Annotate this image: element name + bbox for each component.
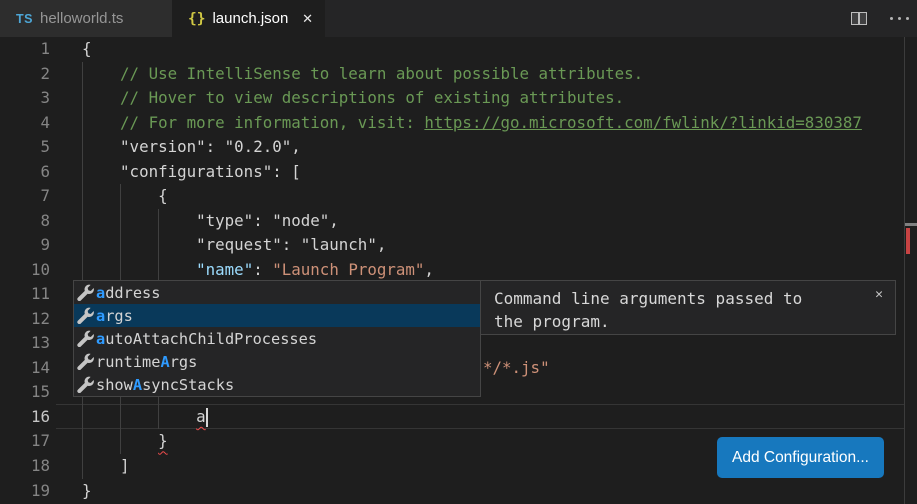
- line-number: 4: [0, 111, 50, 136]
- split-editor-icon[interactable]: [851, 12, 867, 25]
- line-number: 3: [0, 86, 50, 111]
- tab-label: helloworld.ts: [40, 10, 123, 27]
- code-token: "name": [196, 260, 253, 279]
- line-number: 19: [0, 479, 50, 504]
- text-cursor: [206, 408, 208, 427]
- suggest-item-label: autoAttachChildProcesses: [96, 330, 317, 348]
- tab-helloworld-ts[interactable]: TS helloworld.ts: [0, 0, 172, 37]
- overview-ruler-error-marker: [906, 228, 910, 254]
- line-number: 6: [0, 160, 50, 185]
- code-line-6: "configurations": [: [82, 160, 301, 185]
- code-token: [82, 260, 196, 279]
- line-number: 5: [0, 135, 50, 160]
- wrench-property-icon: [77, 376, 94, 393]
- code-line-19: }: [82, 479, 92, 504]
- tab-label: launch.json: [212, 10, 288, 27]
- code-token: "request": "launch",: [82, 235, 386, 254]
- close-icon[interactable]: ✕: [294, 11, 313, 27]
- code-token: [82, 407, 196, 426]
- code-token: "version": "0.2.0",: [82, 137, 301, 156]
- wrench-property-icon: [77, 353, 94, 370]
- suggest-item-runtimeArgs[interactable]: runtimeArgs: [74, 350, 480, 373]
- intellisense-suggest-widget: address args autoAttachChildProcesses runti…: [73, 280, 481, 397]
- code-line-4: // For more information, visit: https://…: [82, 111, 862, 136]
- suggest-docs-tooltip: Command line arguments passed to the pro…: [480, 280, 896, 335]
- code-token: "configurations": [: [82, 162, 301, 181]
- code-line-9: "request": "launch",: [82, 233, 386, 258]
- code-line-7: {: [82, 184, 168, 209]
- code-token: // Use IntelliSense to learn about possi…: [120, 64, 643, 83]
- line-number: 14: [0, 356, 50, 381]
- code-line-2: // Use IntelliSense to learn about possi…: [82, 62, 643, 87]
- code-line-8: "type": "node",: [82, 209, 339, 234]
- code-token: ,: [424, 260, 434, 279]
- line-number: 10: [0, 258, 50, 283]
- line-number: 12: [0, 307, 50, 332]
- tooltip-text: Command line arguments passed to the pro…: [494, 287, 814, 333]
- tab-launch-json[interactable]: {} launch.json ✕: [172, 0, 325, 37]
- code-token: "type": "node",: [82, 211, 339, 230]
- error-token: a: [196, 407, 206, 426]
- suggest-item-label: showAsyncStacks: [96, 376, 234, 394]
- line-number: 17: [0, 429, 50, 454]
- line-number: 16: [0, 405, 50, 430]
- suggest-item-address[interactable]: address: [74, 281, 480, 304]
- line-number: 2: [0, 62, 50, 87]
- editor-actions: [851, 0, 917, 37]
- line-number: 9: [0, 233, 50, 258]
- code-token: ]: [82, 456, 130, 475]
- overview-ruler-cursor-marker[interactable]: [905, 223, 917, 226]
- code-token: {: [82, 39, 92, 58]
- editor-tab-bar: TS helloworld.ts {} launch.json ✕: [0, 0, 917, 37]
- code-editor[interactable]: 12345678910111213141516171819 { // Use I…: [0, 37, 917, 504]
- code-line-16: a: [82, 405, 206, 430]
- code-token: {: [82, 186, 168, 205]
- vscode-editor-window: TS helloworld.ts {} launch.json ✕ 123456…: [0, 0, 917, 504]
- suggest-item-showAsyncStacks[interactable]: showAsyncStacks: [74, 373, 480, 396]
- more-actions-icon[interactable]: [885, 17, 909, 21]
- wrench-property-icon: [77, 330, 94, 347]
- code-line-3: // Hover to view descriptions of existin…: [82, 86, 624, 111]
- suggest-item-label: args: [96, 307, 133, 325]
- close-icon[interactable]: ✕: [875, 286, 883, 305]
- error-token: }: [158, 431, 168, 450]
- json-file-icon: {}: [188, 11, 205, 27]
- code-token: // Hover to view descriptions of existin…: [120, 88, 624, 107]
- line-number: 7: [0, 184, 50, 209]
- line-number: 1: [0, 37, 50, 62]
- suggest-item-label: runtimeArgs: [96, 353, 197, 371]
- code-line-5: "version": "0.2.0",: [82, 135, 301, 160]
- line-number: 8: [0, 209, 50, 234]
- code-token: }: [82, 481, 92, 500]
- code-token: https://go.microsoft.com/fwlink/?linkid=…: [424, 113, 861, 132]
- overview-ruler-divider: [904, 37, 905, 504]
- line-number: 18: [0, 454, 50, 479]
- code-token: [82, 431, 158, 450]
- code-token: :: [253, 260, 272, 279]
- code-line-17: }: [82, 429, 168, 454]
- suggest-item-args[interactable]: args: [74, 304, 480, 327]
- code-line-10: "name": "Launch Program",: [82, 258, 434, 283]
- wrench-property-icon: [77, 307, 94, 324]
- typescript-file-icon: TS: [16, 12, 33, 26]
- code-line-1: {: [82, 37, 92, 62]
- code-token: [82, 88, 120, 107]
- code-token: // For more information, visit:: [120, 113, 424, 132]
- line-number: 13: [0, 331, 50, 356]
- suggest-item-autoAttachChildProcesses[interactable]: autoAttachChildProcesses: [74, 327, 480, 350]
- code-token: [82, 64, 120, 83]
- line-number: 11: [0, 282, 50, 307]
- code-line-18: ]: [82, 454, 130, 479]
- code-token: [82, 113, 120, 132]
- code-token: */*.js": [483, 356, 550, 381]
- suggest-item-label: address: [96, 284, 160, 302]
- wrench-property-icon: [77, 284, 94, 301]
- code-token: "Launch Program": [272, 260, 424, 279]
- add-configuration-button[interactable]: Add Configuration...: [717, 437, 884, 478]
- line-number: 15: [0, 380, 50, 405]
